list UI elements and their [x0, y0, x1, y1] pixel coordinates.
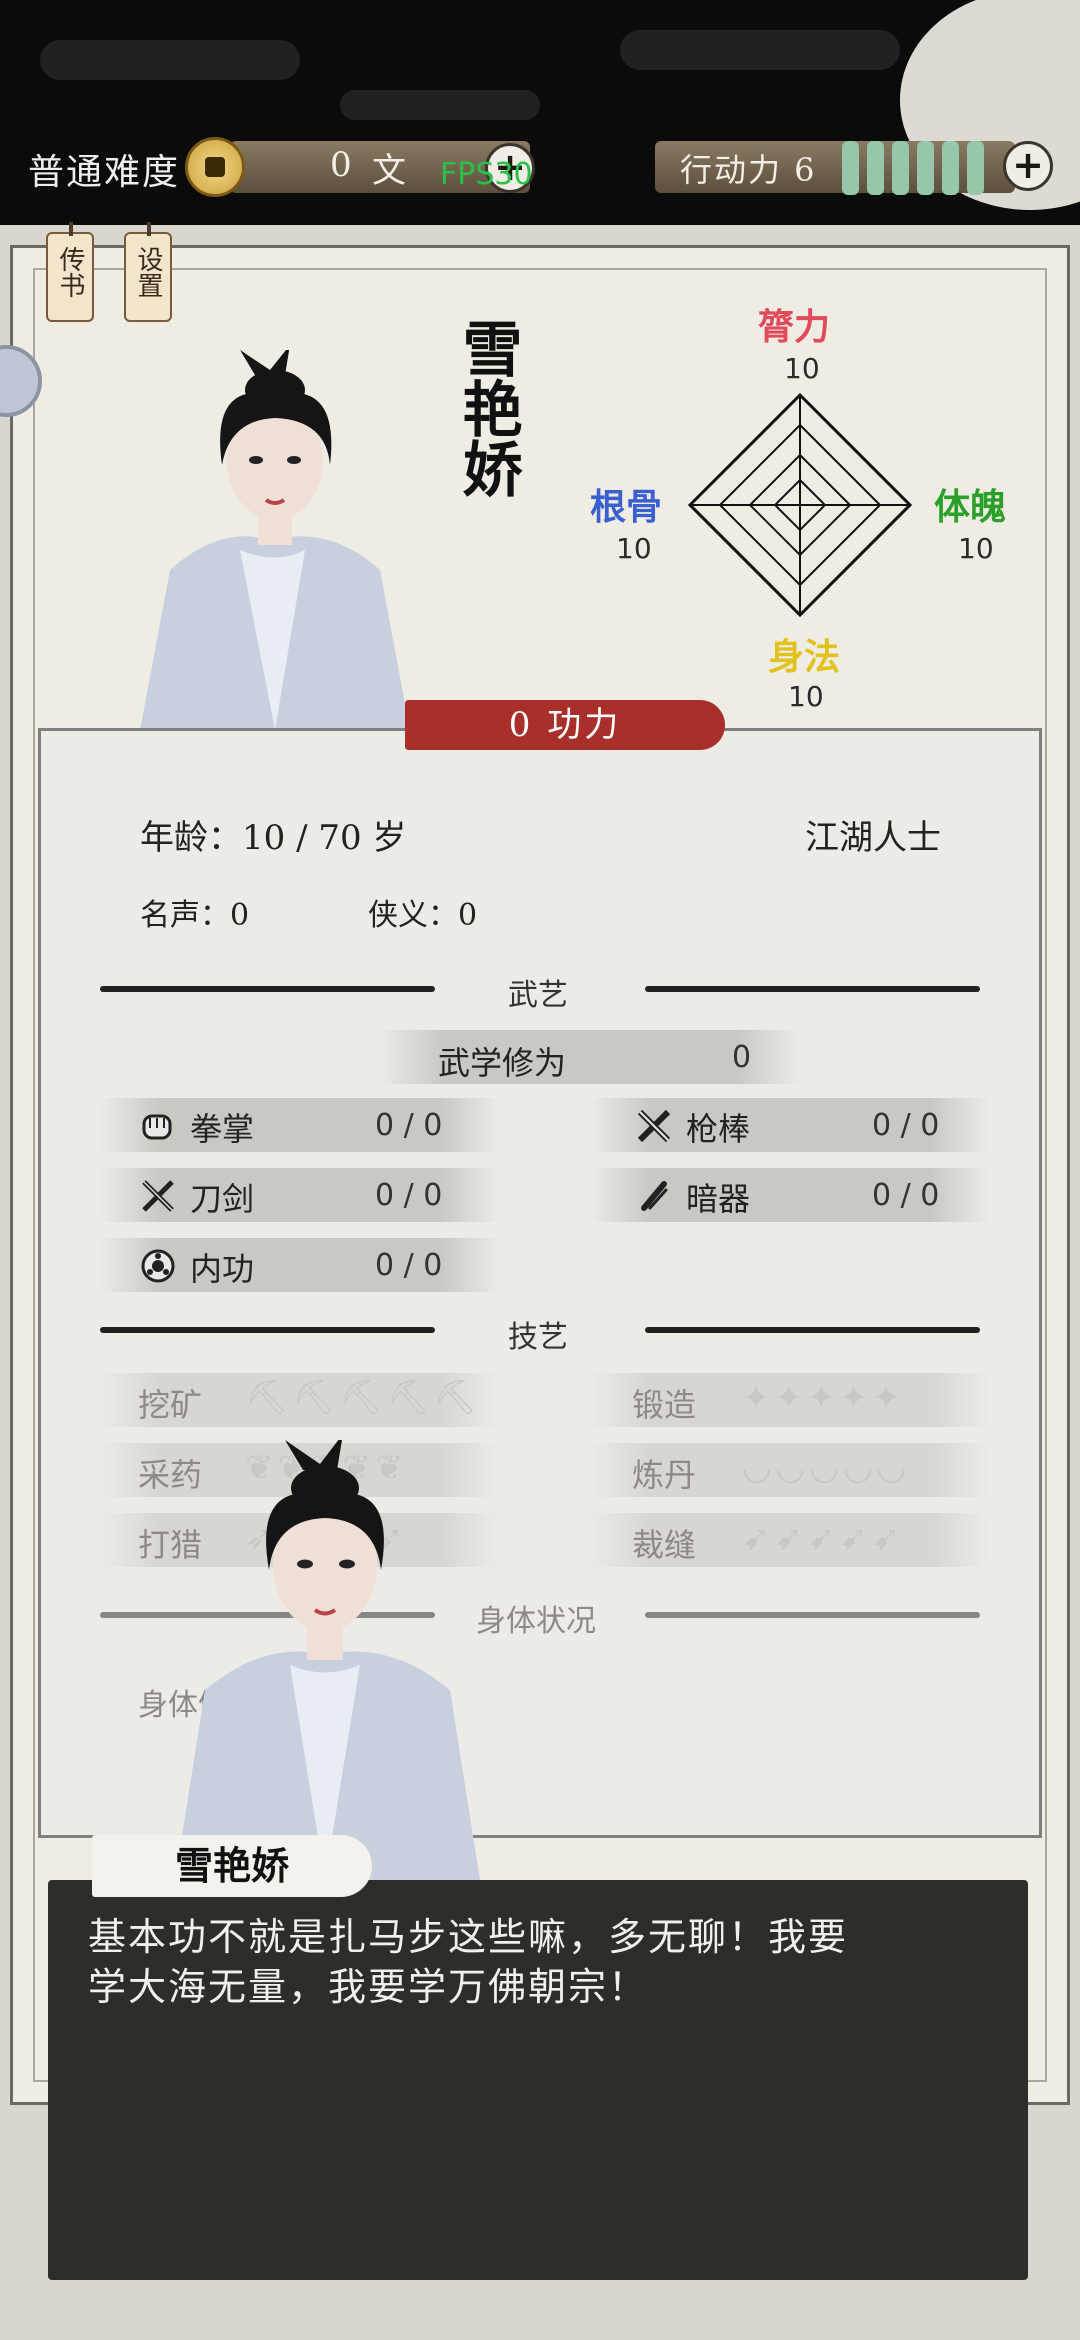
action-pip: [892, 141, 909, 195]
spear-icon: [637, 1109, 671, 1143]
speaker-name: 雪艳娇: [92, 1835, 372, 1897]
constitution-label: 根骨: [590, 486, 663, 528]
pickaxe-icon: ⛏⛏⛏⛏⛏: [245, 1378, 481, 1418]
dialog-line-1: 基本功不就是扎马步这些嘛，多无聊！我要: [88, 1915, 849, 1959]
money-value: 0: [330, 145, 352, 185]
fist-icon: [142, 1114, 172, 1140]
skill-name-spear: 枪棒: [686, 1110, 751, 1148]
martial-section-title: 武艺: [508, 978, 568, 1013]
settings-button[interactable]: 设置: [124, 222, 172, 322]
chivalry-text: 侠义：0: [368, 898, 478, 933]
action-points-label: 行动力 6: [680, 151, 817, 189]
skill-value-inner: 0 / 0: [375, 1248, 443, 1283]
craft-name-alchemy: 炼丹: [632, 1456, 697, 1494]
dart-icon: [641, 1181, 668, 1211]
divider-right: [645, 986, 980, 992]
settings-label: 设置: [133, 246, 163, 298]
action-pip: [967, 141, 984, 195]
agility-value: 10: [788, 680, 824, 713]
physique-label: 体魄: [934, 486, 1007, 528]
action-points-pips: [842, 141, 984, 195]
swords-icon: [142, 1180, 174, 1212]
divider-right: [645, 1327, 980, 1333]
physique-value: 10: [958, 532, 994, 565]
strength-label: 膂力: [758, 306, 831, 348]
strength-value: 10: [784, 352, 820, 385]
action-pip: [842, 141, 859, 195]
money-unit: 文: [372, 151, 406, 191]
craft-name-mining: 挖矿: [138, 1386, 203, 1424]
skill-value-fist: 0 / 0: [375, 1108, 443, 1143]
action-pip: [917, 141, 934, 195]
skill-name-sword: 刀剑: [190, 1180, 255, 1218]
letters-label: 传书: [55, 246, 85, 298]
cloud-decoration: [40, 40, 300, 80]
needle-icon: ➹➹➹➹➹: [742, 1518, 905, 1558]
divider-right: [645, 1612, 980, 1618]
cloud-decoration: [340, 90, 540, 120]
character-name: 雪艳娇: [452, 318, 522, 498]
cultivation-value: 0: [732, 1040, 752, 1075]
coin-icon: [185, 137, 245, 197]
age-text: 年龄：10 / 70 岁: [140, 818, 407, 858]
skill-value-dart: 0 / 0: [872, 1178, 940, 1213]
letters-button[interactable]: 传书: [46, 222, 94, 322]
skill-value-spear: 0 / 0: [872, 1108, 940, 1143]
skill-name-inner: 内功: [190, 1250, 255, 1288]
inner-power-icon: [141, 1249, 175, 1283]
craft-name-forging: 锻造: [632, 1386, 697, 1424]
bottom-background: [0, 2280, 1080, 2340]
divider-left: [100, 1327, 435, 1333]
skill-name-fist: 拳掌: [190, 1110, 255, 1148]
action-pip: [942, 141, 959, 195]
add-action-button[interactable]: +: [1003, 141, 1053, 191]
speaker-portrait: [175, 1440, 480, 1880]
anvil-icon: ✦✦✦✦✦: [742, 1378, 905, 1418]
fps-counter: FPS30: [440, 157, 533, 192]
cultivation-label: 武学修为: [438, 1044, 567, 1082]
cauldron-icon: ◡◡◡◡◡: [742, 1448, 911, 1488]
power-ribbon: 0 功力: [405, 700, 725, 750]
attribute-radar: [687, 392, 913, 618]
crafts-section-title: 技艺: [508, 1320, 568, 1355]
action-pip: [867, 141, 884, 195]
fame-text: 名声：0: [140, 898, 250, 933]
skill-name-dart: 暗器: [686, 1180, 751, 1218]
constitution-value: 10: [616, 532, 652, 565]
divider-left: [100, 986, 435, 992]
top-bar: 普通难度 0 文 + FPS30 行动力 6 +: [0, 0, 1080, 225]
agility-label: 身法: [768, 636, 841, 678]
body-section-title: 身体状况: [476, 1604, 596, 1639]
identity-text: 江湖人士: [805, 818, 941, 858]
difficulty-label[interactable]: 普通难度: [28, 143, 180, 195]
cloud-decoration: [620, 30, 900, 70]
character-portrait: [140, 350, 410, 730]
skill-value-sword: 0 / 0: [375, 1178, 443, 1213]
craft-name-tailoring: 裁缝: [632, 1526, 697, 1564]
dialog-line-2: 学大海无量，我要学万佛朝宗！: [88, 1965, 649, 2009]
dialog-text: 基本功不就是扎马步这些嘛，多无聊！我要 学大海无量，我要学万佛朝宗！: [88, 1912, 988, 2012]
